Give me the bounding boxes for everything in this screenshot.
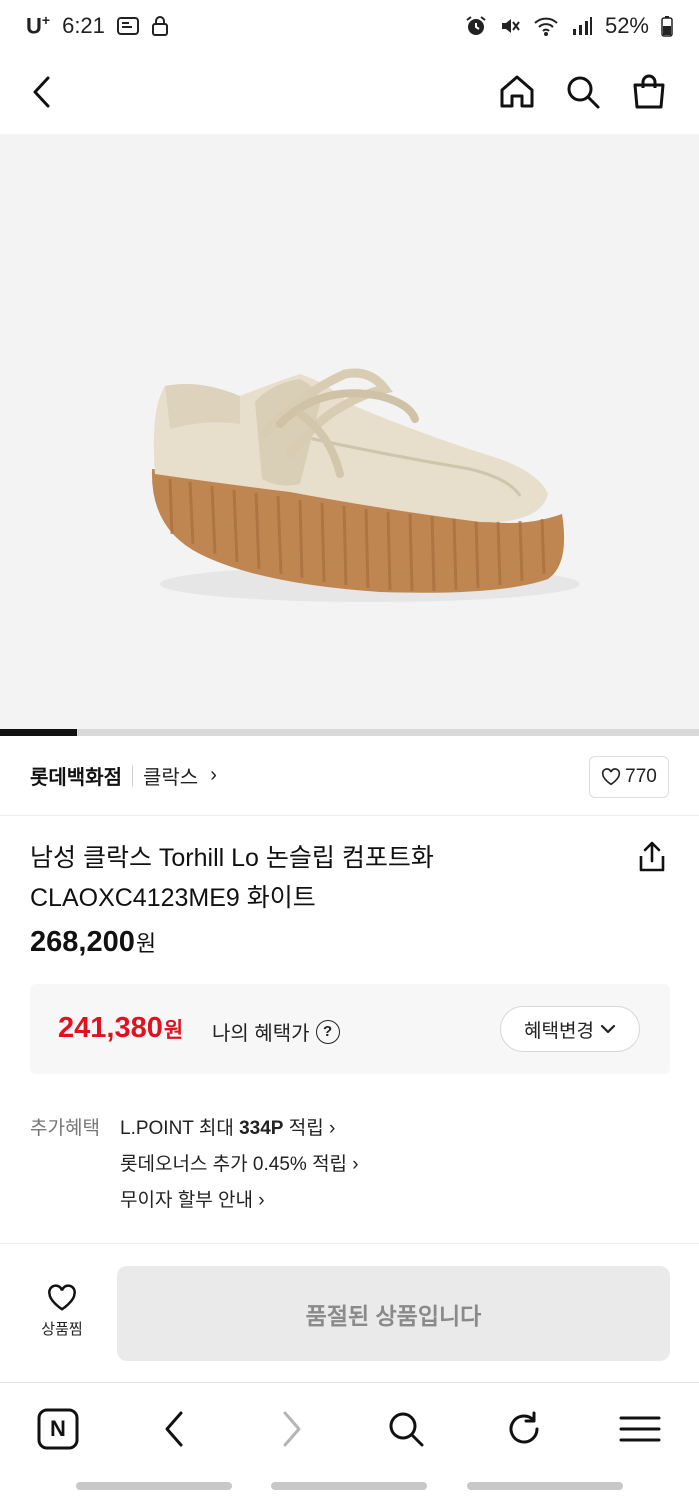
home-icon: [500, 75, 534, 108]
extra-benefit-lpoint[interactable]: L.POINT 최대 334P 적립 ›: [120, 1108, 359, 1144]
product-title-line2: CLAOXC4123ME9 화이트: [30, 884, 316, 912]
chevron-right-icon: [283, 1411, 301, 1447]
change-benefit-button[interactable]: 혜택변경: [500, 1006, 640, 1052]
menu-icon: [619, 1416, 661, 1442]
back-button[interactable]: [20, 70, 64, 114]
carrier-label: U+: [26, 12, 51, 39]
naver-home-button[interactable]: N: [34, 1405, 82, 1453]
extra-benefit-lotte-owners[interactable]: 롯데오너스 추가 0.45% 적립 ›: [120, 1144, 359, 1180]
battery-percent: 52%: [604, 13, 649, 38]
wishlist-label: 상품찜: [41, 1321, 83, 1338]
gesture-hint-center: [271, 1482, 427, 1490]
search-icon: [567, 76, 600, 109]
wifi-icon: [533, 15, 559, 37]
help-icon[interactable]: ?: [315, 1019, 340, 1044]
battery-icon: [661, 15, 673, 37]
naver-letter: N: [50, 1416, 66, 1441]
chevron-right-icon: ›: [210, 764, 217, 786]
section-divider: [0, 1243, 699, 1244]
gallery-progress-bar: [0, 729, 699, 736]
chevron-left-icon: [33, 76, 50, 108]
extra-benefits-list: L.POINT 최대 334P 적립 › 롯데오너스 추가 0.45% 적립 ›…: [120, 1108, 359, 1216]
extra-benefits-label: 추가혜택: [30, 1118, 100, 1139]
brand-divider: [132, 764, 133, 787]
browser-search-button[interactable]: [382, 1405, 430, 1453]
browser-menu-button[interactable]: [616, 1405, 664, 1453]
product-title: 남성 클락스 Torhill Lo 논슬립 컴포트화 CLAOXC4123ME9…: [30, 838, 610, 918]
shopping-bag-icon: [633, 74, 665, 109]
brand-row: 롯데백화점 클락스 › 770: [0, 736, 699, 816]
gallery-progress-fill: [0, 729, 77, 736]
status-bar: U+ 6:21 52%: [0, 0, 699, 52]
browser-nav-bar: N: [0, 1383, 699, 1475]
lock-icon: [151, 15, 169, 37]
benefit-price-label: 나의 혜택가 ?: [212, 1017, 340, 1046]
original-price: 268,200원: [30, 926, 157, 958]
wishlist-button[interactable]: 상품찜: [30, 1284, 94, 1350]
signal-icon: [571, 15, 593, 37]
chevron-left-icon: [165, 1411, 183, 1447]
benefit-price: 241,380원: [58, 1012, 184, 1044]
search-button[interactable]: [561, 70, 605, 114]
like-button[interactable]: 770: [589, 756, 669, 798]
mute-icon: [499, 15, 521, 37]
brand-link[interactable]: 클락스 ›: [143, 761, 217, 790]
product-image[interactable]: [0, 134, 699, 730]
search-icon: [389, 1412, 424, 1447]
product-title-line1: 남성 클락스 Torhill Lo 논슬립 컴포트화: [30, 844, 434, 872]
browser-forward-button[interactable]: [268, 1405, 316, 1453]
top-app-bar: [0, 52, 699, 132]
cart-button[interactable]: [627, 70, 671, 114]
brand-name: 클락스: [143, 767, 199, 789]
shoe-illustration: [151, 368, 580, 602]
soldout-button[interactable]: 품절된 상품입니다: [117, 1266, 670, 1361]
chevron-down-icon: [600, 1024, 616, 1034]
store-name[interactable]: 롯데백화점: [30, 761, 122, 790]
heart-icon: [602, 768, 621, 786]
gesture-hint-right: [467, 1482, 623, 1490]
heart-icon: [48, 1284, 76, 1311]
message-icon: [116, 16, 139, 36]
browser-refresh-button[interactable]: [500, 1405, 548, 1453]
refresh-icon: [509, 1411, 539, 1444]
like-count: 770: [625, 766, 657, 787]
home-button[interactable]: [495, 70, 539, 114]
browser-back-button[interactable]: [150, 1405, 198, 1453]
benefit-box: 241,380원 나의 혜택가 ? 혜택변경: [30, 984, 670, 1074]
extra-benefit-installment[interactable]: 무이자 할부 안내 ›: [120, 1180, 359, 1216]
status-time: 6:21: [62, 12, 105, 38]
gesture-hint-left: [76, 1482, 232, 1490]
share-button[interactable]: [636, 840, 668, 874]
share-icon: [639, 841, 665, 872]
alarm-icon: [465, 15, 487, 37]
